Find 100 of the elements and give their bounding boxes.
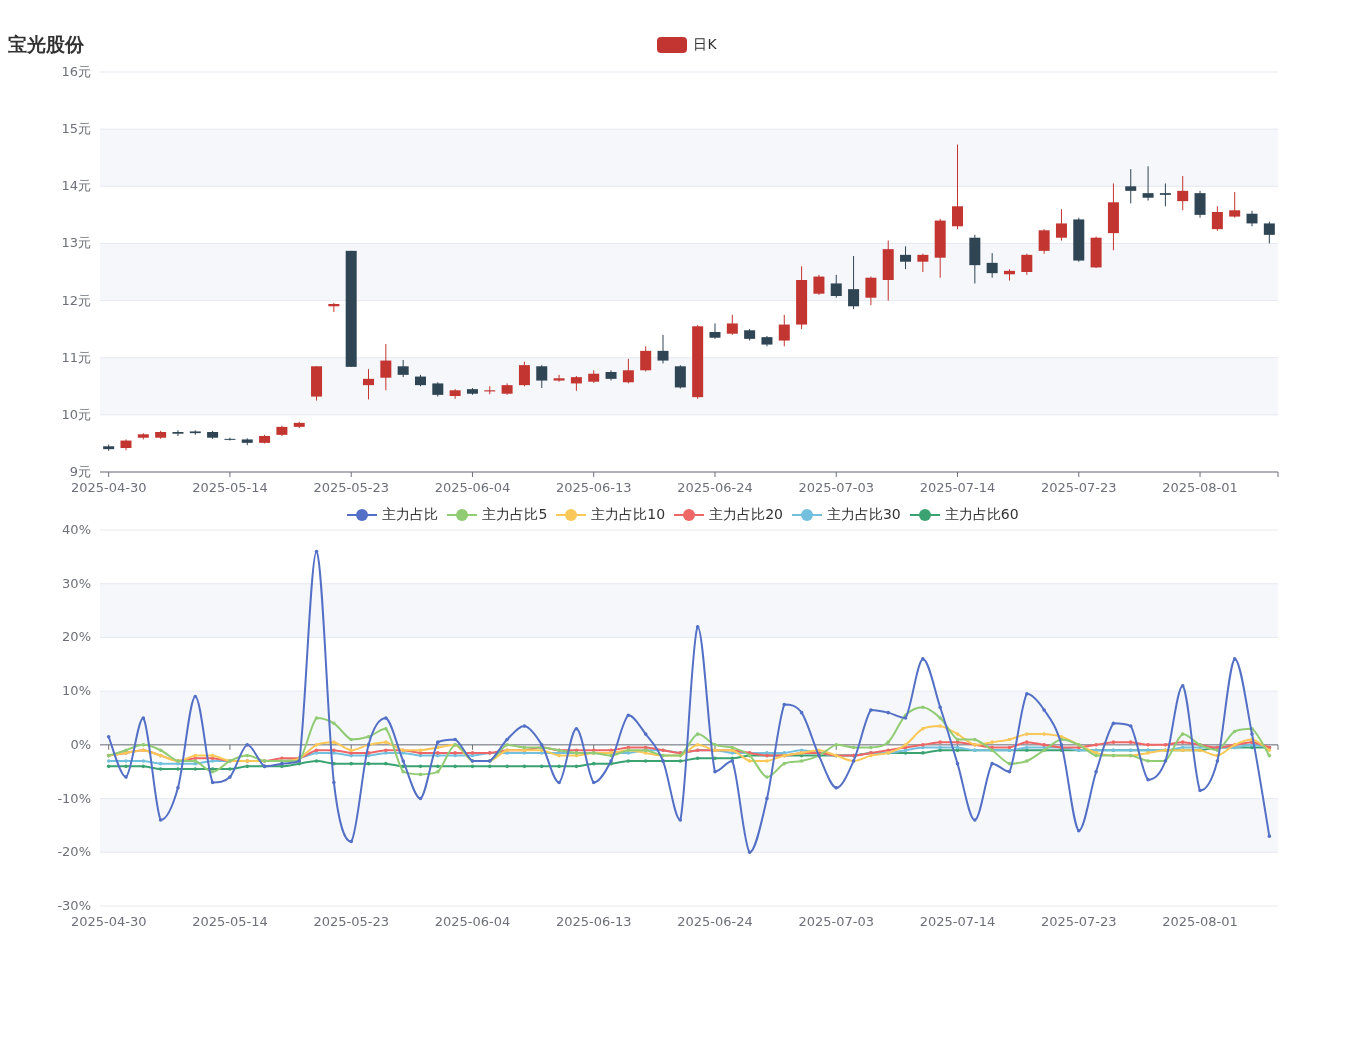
candlestick (778, 314, 790, 347)
x-axis-label: 2025-08-01 (1162, 480, 1238, 495)
candlestick (466, 387, 478, 396)
candlestick (1177, 175, 1189, 211)
candlestick (518, 361, 530, 387)
legend-item[interactable]: 主力占比 (347, 506, 439, 524)
y-axis-label: 9元 (69, 464, 91, 479)
y-axis-label: 11元 (61, 349, 91, 365)
candlestick (1246, 210, 1258, 227)
candlestick (1211, 205, 1223, 232)
candlestick (830, 274, 842, 299)
candlestick (1004, 268, 1015, 282)
candlestick (1159, 182, 1171, 207)
candlestick (605, 369, 617, 382)
x-axis-label: 2025-04-30 (70, 480, 147, 495)
candlestick (155, 430, 167, 440)
candlestick (484, 385, 496, 395)
x-axis-label: 2025-07-23 (1041, 480, 1117, 495)
candlestick (1055, 208, 1067, 242)
candlestick (432, 381, 444, 398)
candlestick (501, 382, 513, 396)
x-axis-label: 2025-06-04 (434, 480, 511, 495)
candlestick (570, 375, 582, 392)
candlestick (761, 335, 773, 347)
y-axis-label: 10% (62, 683, 91, 699)
y-axis-label: 20% (62, 629, 91, 645)
candlestick (311, 365, 323, 402)
y-axis-label: 30% (62, 575, 91, 591)
candlestick (1038, 228, 1050, 255)
candlestick (449, 388, 461, 400)
candlestick (934, 218, 946, 279)
x-axis-label: 2025-07-03 (798, 914, 875, 929)
candlestick (882, 240, 894, 302)
candlestick (241, 437, 253, 446)
legend-item[interactable]: 主力占比30 (791, 506, 901, 524)
y-axis-label: 13元 (61, 235, 91, 251)
x-axis-label: 2025-06-24 (677, 914, 753, 929)
candlestick (380, 343, 392, 391)
legend-item[interactable]: 主力占比20 (674, 506, 783, 524)
x-axis-label: 2025-04-30 (70, 914, 147, 929)
candlestick (397, 359, 409, 378)
candlestick (172, 429, 184, 437)
candlestick (657, 334, 669, 364)
candlestick (986, 252, 998, 279)
x-axis-label: 2025-06-04 (434, 914, 511, 929)
candlestick (103, 444, 115, 452)
legend-item[interactable]: 日K (656, 36, 717, 54)
candlestick (259, 434, 271, 444)
candlestick (363, 368, 374, 400)
x-axis-label: 2025-06-13 (555, 914, 632, 929)
candlestick (865, 276, 877, 306)
x-axis-label: 2025-05-14 (192, 480, 268, 495)
x-axis-label: 2025-07-23 (1041, 914, 1117, 929)
legend-item[interactable]: 主力占比60 (909, 506, 1019, 524)
y-axis-label: 0% (70, 736, 91, 752)
candlestick (1090, 236, 1102, 269)
candlestick (900, 245, 912, 270)
y-axis-label: -30% (57, 898, 91, 913)
candlestick (917, 253, 929, 273)
legend-line-icon (556, 508, 587, 522)
x-axis-label: 2025-07-14 (919, 480, 996, 495)
legend-line-icon (909, 508, 940, 522)
candlestick (1142, 165, 1154, 202)
x-axis-label: 2025-07-14 (919, 914, 996, 929)
candlestick (137, 432, 149, 440)
x-axis-label: 2025-06-24 (677, 480, 753, 495)
x-axis-label: 2025-08-01 (1162, 914, 1238, 929)
candlestick (207, 430, 219, 440)
candlestick (120, 438, 132, 451)
x-axis-label: 2025-05-14 (192, 914, 268, 929)
candlestick (1229, 191, 1241, 219)
candlestick (276, 425, 288, 437)
legend-item[interactable]: 主力占比5 (447, 506, 548, 524)
x-axis-label: 2025-07-03 (798, 480, 875, 495)
y-axis-label: 15元 (61, 121, 91, 137)
y-axis-label: -20% (57, 844, 91, 860)
candlestick (1021, 253, 1033, 276)
candlestick (709, 322, 721, 340)
candlestick (415, 374, 426, 387)
candlestick (622, 358, 634, 384)
candlestick (536, 364, 548, 389)
x-axis-label: 2025-06-13 (555, 480, 632, 495)
candlestick (744, 328, 756, 342)
candlestick (1107, 182, 1119, 251)
y-axis-label: 14元 (61, 178, 91, 194)
candlestick (293, 421, 305, 429)
y-axis-label: 16元 (61, 64, 91, 79)
legend-line-icon (347, 508, 378, 522)
candlestick (640, 345, 652, 372)
candlestick (674, 364, 686, 390)
legend-line-icon (447, 508, 478, 522)
candlestick (328, 302, 340, 313)
x-axis-label: 2025-05-23 (313, 914, 389, 929)
candlestick (848, 255, 860, 310)
legend-line-icon (674, 508, 705, 522)
x-axis-label: 2025-05-23 (313, 480, 389, 495)
y-axis-label: 10元 (61, 406, 91, 422)
candlestick (813, 274, 825, 296)
candlestick (796, 265, 808, 330)
legend-item[interactable]: 主力占比10 (556, 506, 666, 524)
